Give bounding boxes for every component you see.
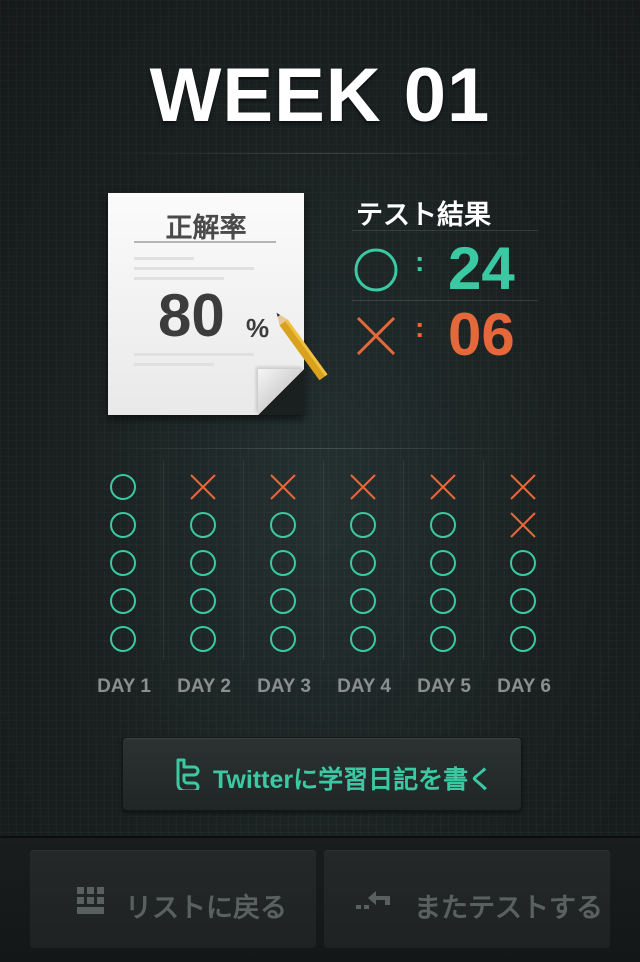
day-label: DAY 6 [497, 676, 551, 697]
circle-icon [354, 248, 398, 292]
paper-text-line [134, 277, 224, 280]
circle-icon [270, 512, 296, 538]
paper-text-line [134, 257, 194, 260]
back-to-list-label: リストに戻る [125, 893, 287, 923]
circle-icon [110, 626, 136, 652]
circle-icon [190, 588, 216, 614]
circle-icon [110, 550, 136, 576]
cross-icon [510, 512, 536, 538]
incorrect-colon: : [415, 312, 425, 343]
circle-icon [510, 550, 536, 576]
circle-icon [270, 588, 296, 614]
day-column: DAY 5 [404, 454, 484, 704]
paper-text-line [134, 363, 214, 366]
result-divider [352, 230, 538, 231]
circle-icon [430, 588, 456, 614]
cross-icon [270, 474, 296, 500]
cross-icon [356, 316, 396, 356]
day-column: DAY 1 [84, 454, 164, 704]
twitter-diary-button[interactable]: Twitterに学習日記を書く [122, 737, 522, 811]
incorrect-count: 06 [448, 301, 515, 368]
paper-text-line [134, 353, 254, 356]
cross-icon [350, 474, 376, 500]
circle-icon [430, 626, 456, 652]
correct-row: : 24 [352, 235, 542, 302]
day-label: DAY 2 [177, 676, 231, 697]
circle-icon [110, 588, 136, 614]
circle-icon [270, 626, 296, 652]
paper-text-line [134, 267, 254, 270]
circle-icon [110, 512, 136, 538]
page-curl-fold [258, 369, 304, 415]
cross-icon [190, 474, 216, 500]
circle-icon [350, 512, 376, 538]
paper-underline [134, 241, 276, 243]
correct-count: 24 [448, 235, 515, 302]
twitter-icon [176, 758, 200, 790]
section-divider [110, 448, 530, 449]
day-column: DAY 6 [484, 454, 564, 704]
day-label: DAY 3 [257, 676, 311, 697]
circle-icon [190, 512, 216, 538]
day-label: DAY 5 [417, 676, 471, 697]
day-column: DAY 3 [244, 454, 324, 704]
return-arrow-icon [356, 891, 390, 909]
title-divider [110, 153, 530, 154]
cross-icon [510, 474, 536, 500]
daily-results-grid: DAY 1 DAY 2 DAY 3 DAY 4 DAY 5 DAY 6 [84, 454, 564, 704]
cross-icon [430, 474, 456, 500]
circle-icon [110, 474, 136, 500]
retest-label: またテストする [414, 893, 603, 923]
test-result-title: テスト結果 [356, 200, 491, 230]
accuracy-value: 80 [158, 282, 225, 349]
correct-colon: : [415, 246, 425, 277]
circle-icon [430, 550, 456, 576]
circle-icon [350, 626, 376, 652]
day-column: DAY 4 [324, 454, 404, 704]
accuracy-label: 正解率 [165, 213, 247, 243]
page-title: WEEK 01 [149, 53, 491, 138]
circle-icon [350, 588, 376, 614]
retest-button[interactable]: またテストする [324, 850, 610, 948]
circle-icon [270, 550, 296, 576]
twitter-diary-label: Twitterに学習日記を書く [213, 766, 494, 794]
circle-icon [190, 626, 216, 652]
day-label: DAY 1 [97, 676, 151, 697]
circle-icon [510, 626, 536, 652]
accuracy-unit: % [246, 313, 270, 343]
circle-icon [430, 512, 456, 538]
back-to-list-button[interactable]: リストに戻る [30, 850, 316, 948]
bottom-toolbar: リストに戻る またテストする [0, 836, 640, 962]
incorrect-row: : 06 [352, 301, 542, 368]
score-sheet: 正解率 80 % [108, 193, 304, 415]
circle-icon [190, 550, 216, 576]
circle-icon [510, 588, 536, 614]
grid-icon [77, 887, 104, 914]
day-column: DAY 2 [164, 454, 244, 704]
circle-icon [350, 550, 376, 576]
day-label: DAY 4 [337, 676, 391, 697]
